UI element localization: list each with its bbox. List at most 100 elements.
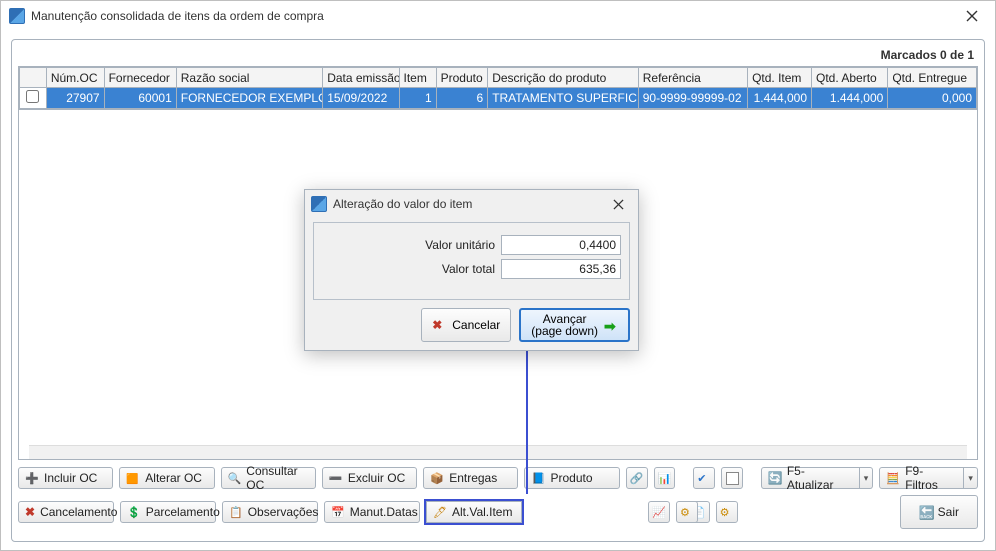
excel-button[interactable] [654,467,676,489]
cell-data: 15/09/2022 [323,88,399,109]
plus-icon [25,471,39,485]
unit-value-label: Valor unitário [425,238,495,252]
cell-desc: TRATAMENTO SUPERFICIAL [488,88,639,109]
col-forn[interactable]: Fornecedor [104,68,176,88]
gear-icon [720,505,734,519]
col-ref[interactable]: Referência [638,68,747,88]
dialog-close-button[interactable] [604,192,632,216]
cell-prod: 6 [436,88,488,109]
grid-header-row: Núm.OC Fornecedor Razão social Data emis… [20,68,977,88]
alt-val-item-button[interactable]: Alt.Val.Item [426,501,522,523]
cell-qent: 0,000 [888,88,977,109]
col-desc[interactable]: Descrição do produto [488,68,639,88]
table-row[interactable]: 27907 60001 FORNECEDOR EXEMPLO 5 15/09/2… [20,88,977,109]
label: Excluir OC [348,471,405,485]
gear2-icon [680,505,694,519]
label: Parcelamento [146,505,220,519]
label: Manut.Datas [350,505,418,519]
excluir-oc-button[interactable]: Excluir OC [322,467,417,489]
label: Observações [248,505,319,519]
product-icon [531,471,545,485]
unit-value-input[interactable] [501,235,621,255]
sair-button[interactable]: Sair [900,495,978,529]
exit-icon [919,505,933,519]
close-button[interactable] [949,1,995,31]
link-button[interactable] [626,467,648,489]
misc-button[interactable] [676,501,698,523]
uncheck-all-button[interactable] [721,467,743,489]
label: F9-Filtros [905,464,955,492]
row-checkbox-cell[interactable] [20,88,47,109]
edit-icon [433,505,447,519]
arrow-right-icon [604,318,618,332]
col-prod[interactable]: Produto [436,68,488,88]
incluir-oc-button[interactable]: Incluir OC [18,467,113,489]
label: Sair [938,505,959,519]
chart-button[interactable] [648,501,670,523]
label: Alt.Val.Item [452,505,512,519]
money-icon [127,505,141,519]
refresh-dropdown[interactable] [860,467,874,489]
filters-split-button[interactable]: F9-Filtros [879,467,978,489]
dialog-titlebar: Alteração do valor do item [305,190,638,218]
total-value-input[interactable] [501,259,621,279]
label: F5-Atualizar [787,464,851,492]
produto-button[interactable]: Produto [524,467,619,489]
label: Entregas [449,471,497,485]
col-data[interactable]: Data emissão [323,68,399,88]
search-icon [228,471,242,485]
label: Produto [550,471,592,485]
cancel-icon [25,505,35,519]
chart-icon [652,505,666,519]
toolbar: Incluir OC Alterar OC Consultar OC Exclu… [18,467,978,535]
label: Incluir OC [44,471,97,485]
titlebar: Manutenção consolidada de itens da ordem… [1,1,995,31]
parcelamento-button[interactable]: Parcelamento [120,501,216,523]
marked-count-label: Marcados 0 de 1 [18,48,974,62]
col-qentr[interactable]: Qtd. Entregue [888,68,977,88]
label: Consultar OC [246,464,307,492]
refresh-split-button[interactable]: F5-Atualizar [761,467,874,489]
refresh-icon [768,471,782,485]
alterar-oc-button[interactable]: Alterar OC [119,467,214,489]
row-checkbox[interactable] [26,90,39,103]
manut-datas-button[interactable]: Manut.Datas [324,501,420,523]
window-title: Manutenção consolidada de itens da ordem… [31,9,949,23]
app-icon [9,8,25,24]
col-item[interactable]: Item [399,68,436,88]
cell-qabr: 1.444,000 [812,88,888,109]
annotation-line [526,339,528,494]
cancel-icon [432,318,446,332]
col-numoc[interactable]: Núm.OC [46,68,104,88]
dialog-cancel-button[interactable]: Cancelar [421,308,511,342]
grid: Núm.OC Fornecedor Razão social Data emis… [18,66,978,110]
check-all-button[interactable] [693,467,715,489]
col-qaberto[interactable]: Qtd. Aberto [812,68,888,88]
cancelamento-button[interactable]: Cancelamento [18,501,114,523]
col-razao[interactable]: Razão social [176,68,322,88]
empty-checkbox-icon [726,472,739,485]
cell-numoc: 27907 [46,88,104,109]
chain-icon [630,471,644,485]
cell-item: 1 [399,88,436,109]
observacoes-button[interactable]: Observações [222,501,318,523]
filters-dropdown[interactable] [964,467,978,489]
total-value-label: Valor total [442,262,495,276]
col-qitem[interactable]: Qtd. Item [748,68,812,88]
label: Cancelamento [40,505,117,519]
entregas-button[interactable]: Entregas [423,467,518,489]
consultar-oc-button[interactable]: Consultar OC [221,467,316,489]
col-check[interactable] [20,68,47,88]
gear-button[interactable] [716,501,738,523]
cell-qitem: 1.444,000 [748,88,812,109]
main-window: Manutenção consolidada de itens da ordem… [0,0,996,551]
cell-razao: FORNECEDOR EXEMPLO 5 [176,88,322,109]
calendar-icon [331,505,345,519]
dialog-title: Alteração do valor do item [333,197,604,211]
clipboard-icon [229,505,243,519]
filter-icon [886,471,900,485]
dialog-advance-button[interactable]: Avançar (page down) [519,308,630,342]
check-icon [697,471,711,485]
horizontal-scrollbar[interactable] [29,445,967,459]
cell-ref: 90-9999-99999-02 [638,88,747,109]
